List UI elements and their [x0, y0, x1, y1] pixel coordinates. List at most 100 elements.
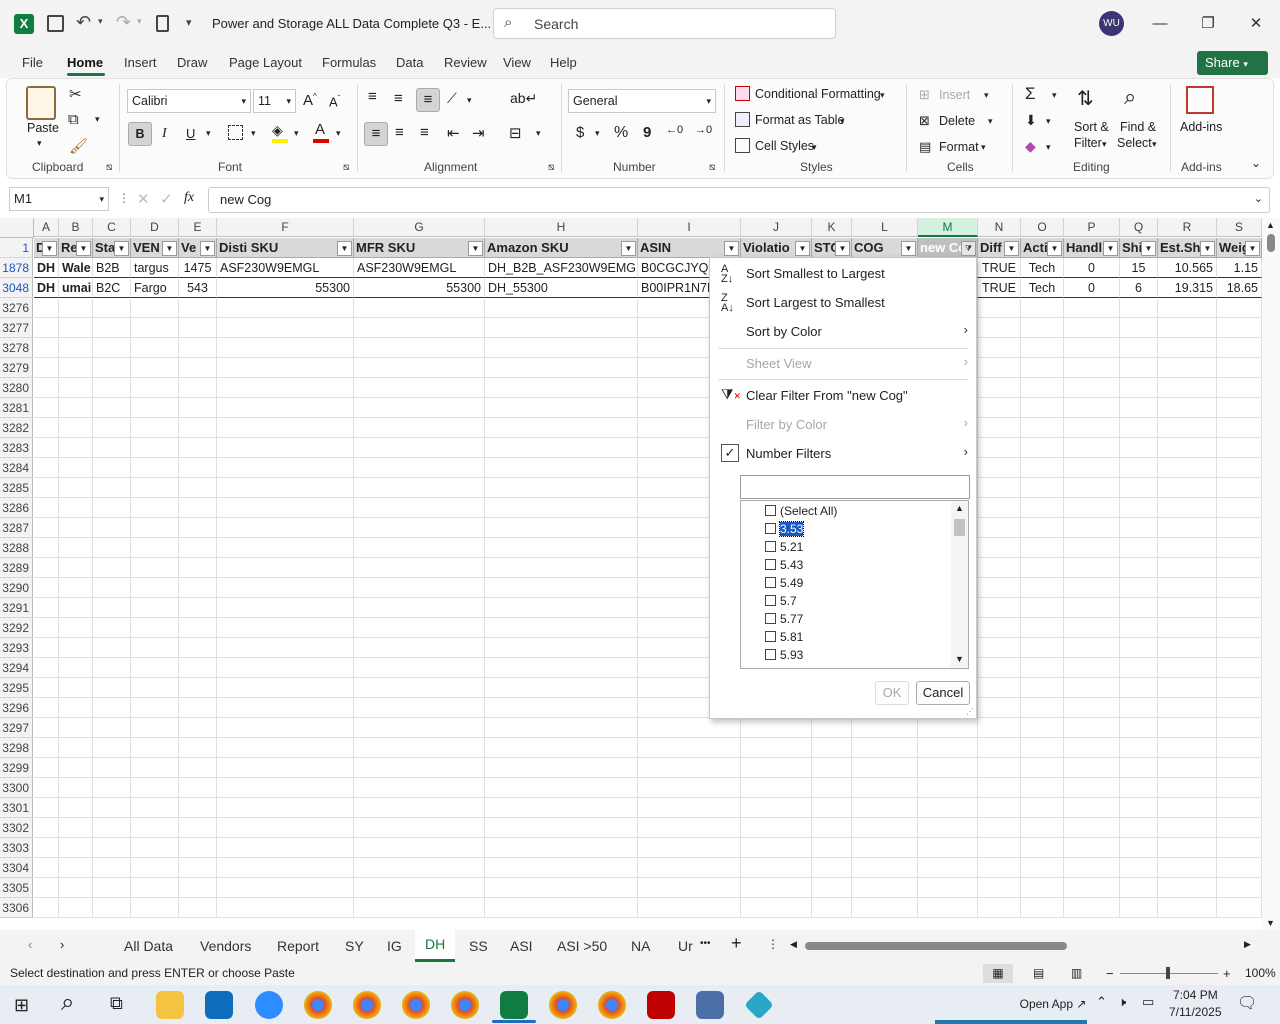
- table-cell[interactable]: [978, 758, 1021, 778]
- table-cell[interactable]: [1021, 718, 1064, 738]
- table-cell[interactable]: [485, 358, 638, 378]
- table-cell[interactable]: [485, 578, 638, 598]
- comma-button[interactable]: 9: [643, 124, 651, 141]
- paste-dropdown-icon[interactable]: ▾: [37, 138, 42, 149]
- align-bottom-icon[interactable]: ≡: [416, 88, 440, 112]
- scroll-down-icon[interactable]: ▼: [1266, 918, 1275, 928]
- table-cell[interactable]: [179, 518, 217, 538]
- table-cell[interactable]: [131, 538, 179, 558]
- table-cell[interactable]: [1064, 558, 1120, 578]
- table-cell[interactable]: [131, 718, 179, 738]
- font-launcher-icon[interactable]: ⧅: [343, 162, 349, 173]
- table-cell[interactable]: [179, 378, 217, 398]
- borders-dropdown-icon[interactable]: ▾: [251, 128, 256, 139]
- table-cell[interactable]: [354, 718, 485, 738]
- table-cell[interactable]: [1120, 818, 1158, 838]
- table-cell[interactable]: [179, 458, 217, 478]
- table-cell[interactable]: [812, 798, 852, 818]
- filter-dropdown-icon[interactable]: ▼: [337, 241, 352, 256]
- table-cell[interactable]: [485, 598, 638, 618]
- table-cell[interactable]: [918, 898, 978, 918]
- table-cell[interactable]: [59, 558, 93, 578]
- hscroll-right-icon[interactable]: ▶: [1244, 939, 1251, 950]
- table-cell[interactable]: [34, 898, 59, 918]
- table-cell[interactable]: [485, 738, 638, 758]
- table-cell[interactable]: [812, 898, 852, 918]
- table-header-cell[interactable]: Disti SKU: [217, 238, 354, 258]
- table-cell[interactable]: [1021, 398, 1064, 418]
- chevron-down-icon[interactable]: ▾: [1046, 142, 1051, 153]
- table-cell[interactable]: [978, 778, 1021, 798]
- table-cell[interactable]: [978, 658, 1021, 678]
- table-cell[interactable]: [354, 658, 485, 678]
- hscroll-thumb[interactable]: [805, 942, 1067, 950]
- table-cell[interactable]: [131, 878, 179, 898]
- row-header[interactable]: 3277: [0, 318, 33, 338]
- checkbox[interactable]: [765, 649, 776, 660]
- table-cell[interactable]: [1120, 378, 1158, 398]
- table-cell[interactable]: [1217, 618, 1262, 638]
- table-cell[interactable]: [1120, 498, 1158, 518]
- add-ins-button[interactable]: Add-ins: [1180, 120, 1222, 134]
- name-box[interactable]: M1 ▾: [9, 187, 109, 211]
- table-cell[interactable]: [1217, 898, 1262, 918]
- font-color-dropdown-icon[interactable]: ▾: [336, 128, 341, 139]
- table-cell[interactable]: [179, 398, 217, 418]
- table-cell[interactable]: [741, 898, 812, 918]
- table-cell[interactable]: [179, 858, 217, 878]
- table-cell[interactable]: [131, 818, 179, 838]
- table-cell[interactable]: [1021, 798, 1064, 818]
- table-cell[interactable]: [485, 398, 638, 418]
- table-cell[interactable]: [354, 298, 485, 318]
- table-cell[interactable]: [131, 578, 179, 598]
- table-cell[interactable]: [1217, 458, 1262, 478]
- table-cell[interactable]: [34, 538, 59, 558]
- table-cell[interactable]: [1217, 378, 1262, 398]
- column-header-m[interactable]: M: [918, 218, 978, 237]
- table-cell[interactable]: [1158, 418, 1217, 438]
- table-cell[interactable]: [59, 798, 93, 818]
- table-cell[interactable]: [59, 598, 93, 618]
- app-diamond-icon[interactable]: [744, 990, 774, 1020]
- table-cell[interactable]: [1158, 338, 1217, 358]
- chevron-down-icon[interactable]: ▾: [1152, 139, 1157, 150]
- table-cell[interactable]: [354, 638, 485, 658]
- column-header-d[interactable]: D: [131, 218, 179, 237]
- table-cell[interactable]: [34, 338, 59, 358]
- table-cell[interactable]: [1217, 358, 1262, 378]
- table-cell[interactable]: [59, 458, 93, 478]
- table-cell[interactable]: [354, 498, 485, 518]
- table-cell[interactable]: [1120, 518, 1158, 538]
- table-cell[interactable]: [179, 498, 217, 518]
- table-cell[interactable]: [131, 378, 179, 398]
- row-header[interactable]: 3282: [0, 418, 33, 438]
- checkbox[interactable]: [765, 505, 776, 516]
- table-cell[interactable]: [59, 578, 93, 598]
- filter-value-item[interactable]: 3.53: [765, 520, 805, 538]
- table-cell[interactable]: [1217, 778, 1262, 798]
- table-cell[interactable]: [918, 798, 978, 818]
- table-cell[interactable]: [354, 578, 485, 598]
- table-cell[interactable]: [179, 758, 217, 778]
- table-cell[interactable]: [485, 618, 638, 638]
- table-cell[interactable]: [485, 458, 638, 478]
- table-cell[interactable]: [93, 418, 131, 438]
- table-cell[interactable]: [812, 778, 852, 798]
- table-cell[interactable]: [978, 558, 1021, 578]
- table-cell[interactable]: [1217, 878, 1262, 898]
- table-cell[interactable]: [131, 758, 179, 778]
- table-cell[interactable]: B2C: [93, 278, 131, 298]
- increase-font-icon[interactable]: A^: [303, 92, 317, 109]
- column-header-g[interactable]: G: [354, 218, 485, 237]
- table-cell[interactable]: [179, 818, 217, 838]
- table-cell[interactable]: [1064, 838, 1120, 858]
- find-select-button-line2[interactable]: Select: [1117, 136, 1152, 150]
- table-cell[interactable]: [1120, 658, 1158, 678]
- table-cell[interactable]: [1064, 678, 1120, 698]
- table-cell[interactable]: [131, 838, 179, 858]
- table-cell[interactable]: [1120, 618, 1158, 638]
- table-cell[interactable]: [217, 418, 354, 438]
- table-cell[interactable]: [1021, 458, 1064, 478]
- table-cell[interactable]: 6: [1120, 278, 1158, 298]
- table-cell[interactable]: [1021, 758, 1064, 778]
